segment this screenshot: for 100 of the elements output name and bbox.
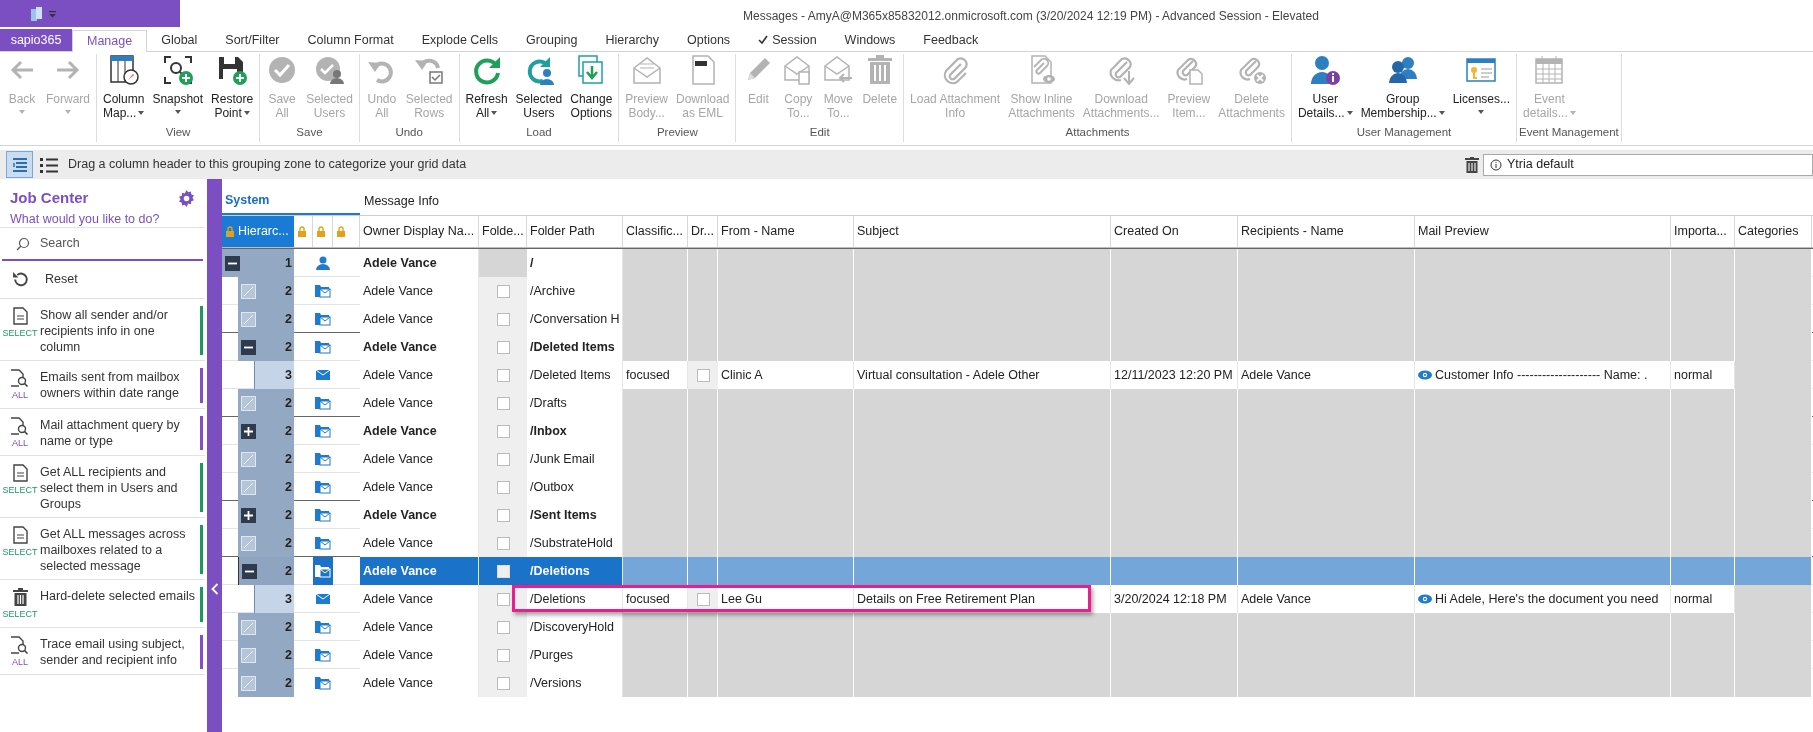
user-info-icon xyxy=(1309,54,1342,86)
table-cell: Adele Vance xyxy=(360,473,479,501)
ribbon-tab[interactable]: Feedback xyxy=(909,29,993,51)
level-number: 2 xyxy=(285,506,292,524)
reset-item[interactable]: Reset xyxy=(0,261,205,299)
checkbox[interactable] xyxy=(496,508,510,522)
lock-icon xyxy=(316,225,326,238)
folder-mail-icon xyxy=(315,536,331,550)
checkbox[interactable] xyxy=(496,480,510,494)
job-item[interactable]: SELECT Get ALL recipients and select them in Users and Groups xyxy=(0,459,205,518)
checkbox[interactable] xyxy=(496,452,510,466)
column-header[interactable]: Owner Display Na... xyxy=(360,216,479,247)
caret-icon[interactable] xyxy=(174,110,181,114)
ribbon-tab[interactable]: Windows xyxy=(830,29,910,51)
column-header[interactable]: Dr... xyxy=(688,216,718,247)
checkbox[interactable] xyxy=(496,592,510,606)
column-header[interactable]: Subject xyxy=(854,216,1111,247)
checkbox[interactable] xyxy=(496,564,510,578)
ribbon-tab[interactable]: Sort/Filter xyxy=(211,29,294,51)
check-icon xyxy=(758,35,769,45)
expander-icon[interactable] xyxy=(225,255,240,271)
ribbon-tab[interactable]: Hierarchy xyxy=(591,29,674,51)
level-number: 2 xyxy=(285,562,292,580)
job-item[interactable]: SELECT Hard-delete selected emails xyxy=(0,583,205,628)
checkbox[interactable] xyxy=(496,312,510,326)
ribbon-button[interactable]: Change Options xyxy=(566,54,617,120)
ribbon-button[interactable]: Column Map... xyxy=(99,54,149,120)
ribbon-button[interactable]: Restore Point xyxy=(207,54,258,120)
table-cell: Adele Vance xyxy=(360,641,479,669)
preset-dropdown[interactable]: Ytria default xyxy=(1483,153,1813,176)
document-icon xyxy=(12,307,28,325)
caret-icon[interactable] xyxy=(138,111,145,115)
ribbon-button[interactable]: Selected Users xyxy=(511,54,567,120)
empty-node-icon xyxy=(241,675,256,691)
trash-icon[interactable] xyxy=(1465,156,1479,173)
ribbon-tab[interactable]: Global xyxy=(147,29,212,51)
view-toggle[interactable] xyxy=(6,151,33,178)
job-text: Get ALL messages across mailboxes related to a selected message xyxy=(40,526,187,574)
chevron-left-icon[interactable] xyxy=(210,583,219,595)
document-search-icon xyxy=(10,635,30,654)
ribbon-tab[interactable]: Options xyxy=(673,29,745,51)
column-header[interactable]: Hierarc... xyxy=(222,216,294,247)
checkbox[interactable] xyxy=(496,536,510,550)
column-header[interactable]: Importa... xyxy=(1671,216,1735,247)
document-icon xyxy=(12,464,28,482)
ribbon-tab[interactable]: Explode Cells xyxy=(407,29,513,51)
checkbox[interactable] xyxy=(696,592,710,606)
group-label: Event Management xyxy=(1519,124,1619,140)
table-cell: Adele Vance xyxy=(360,361,479,389)
group-label: Attachments xyxy=(1064,124,1131,140)
column-header[interactable]: From - Name xyxy=(718,216,854,247)
ribbon-tab[interactable]: Column Format xyxy=(293,29,408,51)
expander-icon[interactable] xyxy=(241,507,256,523)
eye-icon xyxy=(1418,370,1432,380)
ribbon-tab[interactable]: Manage xyxy=(72,30,148,52)
caret-icon[interactable] xyxy=(243,111,250,115)
settings-icon[interactable] xyxy=(178,189,195,207)
search-field[interactable]: Search xyxy=(40,234,190,253)
checkbox[interactable] xyxy=(496,620,510,634)
table-cell: Adele Vance xyxy=(360,445,479,473)
checkbox[interactable] xyxy=(496,368,510,382)
job-item[interactable]: SELECT Show all sender and/or recipients info in one column xyxy=(0,302,205,361)
job-item[interactable]: ALL Trace email using subject, sender and recipient info xyxy=(0,630,205,675)
app-tab[interactable]: sapio365 xyxy=(0,29,72,51)
job-item[interactable]: ALL Emails sent from mailbox owners within date range xyxy=(0,364,205,409)
checkbox[interactable] xyxy=(496,676,510,690)
column-header[interactable]: Folde... xyxy=(479,216,527,247)
job-item[interactable]: SELECT Get ALL messages across mailboxes related to a selected message xyxy=(0,521,205,580)
empty-node-icon xyxy=(241,283,256,299)
expander-icon[interactable] xyxy=(241,423,256,439)
expander-icon[interactable] xyxy=(242,563,257,579)
caret-icon[interactable] xyxy=(491,111,498,115)
column-header[interactable]: Folder Path xyxy=(527,216,623,247)
caret-icon[interactable] xyxy=(1438,111,1445,115)
expander-icon[interactable] xyxy=(241,339,256,355)
scope-label: ALL xyxy=(12,655,28,669)
ribbon-button[interactable]: Snapshot xyxy=(148,54,208,114)
column-header[interactable]: Created On xyxy=(1111,216,1238,247)
checkbox[interactable] xyxy=(696,368,710,382)
document-icon[interactable] xyxy=(30,5,44,22)
ribbon-button[interactable]: Group Membership... xyxy=(1356,54,1449,120)
column-header[interactable]: Recipients - Name xyxy=(1238,216,1415,247)
column-header[interactable]: Classific... xyxy=(623,216,688,247)
caret-icon[interactable] xyxy=(1478,110,1485,114)
ribbon-tab[interactable]: Session xyxy=(744,29,831,51)
column-header[interactable]: Categories xyxy=(1735,216,1812,247)
checkbox[interactable] xyxy=(496,648,510,662)
caret-icon[interactable] xyxy=(1346,111,1353,115)
scope-label: SELECT xyxy=(2,608,38,621)
checkbox[interactable] xyxy=(496,396,510,410)
checkbox[interactable] xyxy=(496,284,510,298)
ribbon-button[interactable]: Licenses... xyxy=(1448,54,1515,114)
ribbon-tab[interactable]: Grouping xyxy=(512,29,592,51)
ribbon-button[interactable]: Refresh All xyxy=(461,54,512,120)
ribbon-button[interactable]: User Details... xyxy=(1293,54,1357,120)
job-item[interactable]: ALL Mail attachment query by name or type xyxy=(0,411,205,456)
checkbox[interactable] xyxy=(496,340,510,354)
table-cell: /Archive xyxy=(527,277,623,305)
checkbox[interactable] xyxy=(496,424,510,438)
column-header[interactable]: Mail Preview xyxy=(1415,216,1671,247)
